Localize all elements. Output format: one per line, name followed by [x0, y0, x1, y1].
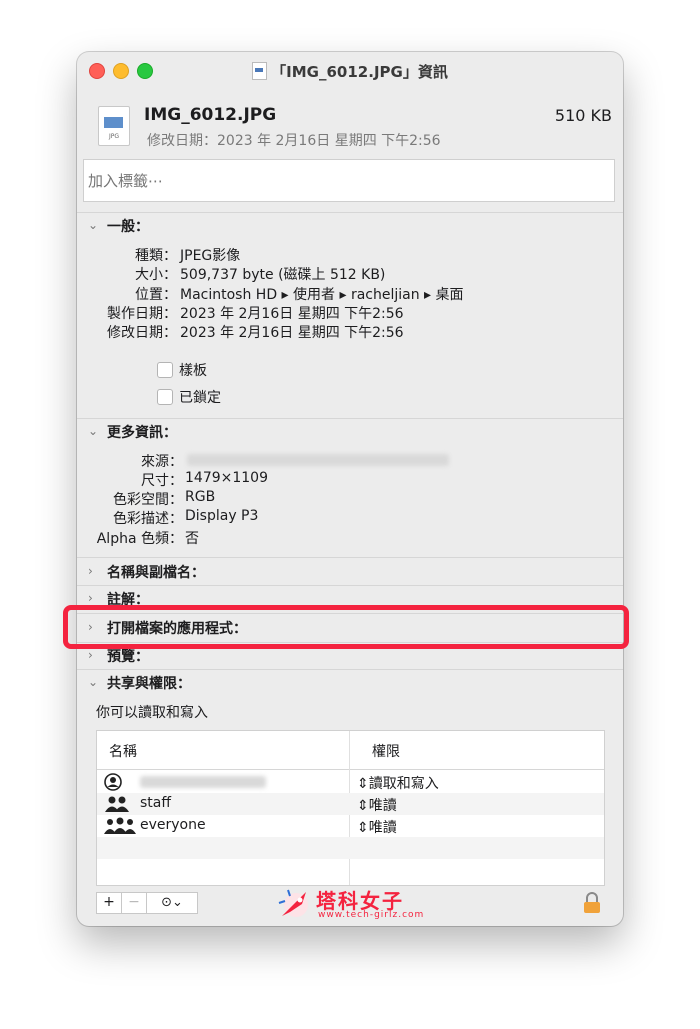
stationery-checkbox[interactable]: [157, 362, 173, 378]
divider: [77, 585, 623, 586]
remove-user-button[interactable]: −: [121, 892, 147, 914]
file-size: 510 KB: [554, 106, 612, 125]
table-row: [97, 837, 604, 859]
lock-icon[interactable]: [582, 892, 602, 914]
divider: [77, 669, 623, 670]
column-header-name[interactable]: 名稱: [109, 741, 137, 761]
kind-key: 種類：: [135, 248, 177, 264]
dimensions-value: 1479×1109: [185, 470, 268, 486]
user-name: staff: [140, 795, 172, 811]
section-more-info[interactable]: ⌄ 更多資訊：: [77, 422, 623, 444]
table-row[interactable]: everyone ⇕唯讀: [97, 815, 604, 837]
file-name: IMG_6012.JPG: [144, 105, 277, 125]
dimensions-key: 尺寸：: [141, 473, 183, 489]
stationery-label: 樣板: [179, 363, 207, 379]
divider: [77, 557, 623, 558]
chevron-right-icon: ›: [88, 564, 93, 578]
highlight-box: [63, 605, 629, 649]
window-title-container: 「IMG_6012.JPG」資訊: [77, 61, 623, 82]
document-icon: [252, 62, 268, 80]
everyone-icon: [103, 817, 137, 839]
chevron-right-icon: ›: [88, 648, 93, 662]
locked-label: 已鎖定: [179, 390, 221, 406]
table-row[interactable]: ⇕讀取和寫入: [97, 771, 604, 793]
table-header: 名稱 權限: [97, 731, 604, 770]
user-name: everyone: [140, 817, 206, 833]
watermark-url: www.tech-girlz.com: [318, 910, 425, 920]
modified-date: 修改日期：2023 年 2月16日 星期四 下午2:56: [147, 133, 441, 149]
privilege-value[interactable]: ⇕讀取和寫入: [357, 773, 439, 793]
column-header-privilege[interactable]: 權限: [372, 741, 400, 761]
locked-checkbox[interactable]: [157, 389, 173, 405]
section-sharing[interactable]: ⌄ 共享與權限：: [77, 673, 623, 695]
color-profile-value: Display P3: [185, 508, 259, 524]
size-key: 大小：: [135, 267, 177, 283]
jpg-file-icon: JPG: [98, 106, 130, 146]
section-preview-label: 預覽：: [107, 649, 149, 665]
table-row[interactable]: staff ⇕唯讀: [97, 793, 604, 815]
created-key: 製作日期：: [107, 306, 177, 322]
watermark-logo: 塔科女子 www.tech-girlz.com: [276, 886, 426, 922]
section-sharing-label: 共享與權限：: [107, 676, 191, 692]
permissions-table: 名稱 權限 ⇕讀取和寫入 staff ⇕唯讀 everyone ⇕唯讀: [96, 730, 605, 886]
person-circle-icon: [103, 773, 123, 795]
info-window: 「IMG_6012.JPG」資訊 JPG IMG_6012.JPG 510 KB…: [77, 52, 623, 926]
modified-key: 修改日期：: [107, 325, 177, 341]
chevron-down-icon: ⌄: [88, 424, 99, 438]
alpha-value: 否: [185, 531, 199, 547]
section-name-extension-label: 名稱與副檔名：: [107, 565, 205, 581]
action-menu-button[interactable]: ⊙⌄: [146, 892, 198, 914]
sharing-summary: 你可以讀取和寫入: [96, 705, 208, 721]
tags-input[interactable]: [83, 159, 615, 202]
divider: [77, 212, 623, 213]
color-profile-key: 色彩描述：: [113, 511, 183, 527]
file-icon-label: JPG: [108, 133, 120, 140]
group-icon: [103, 795, 131, 817]
created-value: 2023 年 2月16日 星期四 下午2:56: [180, 306, 404, 322]
redacted-user-name: [140, 776, 266, 788]
kind-value: JPEG影像: [180, 248, 241, 264]
color-space-value: RGB: [185, 489, 216, 505]
privilege-value[interactable]: ⇕唯讀: [357, 817, 397, 837]
chevron-down-icon: ⌄: [88, 218, 99, 232]
alpha-key: Alpha 色頻：: [96, 531, 183, 547]
where-key: 位置：: [135, 287, 177, 303]
privilege-value[interactable]: ⇕唯讀: [357, 795, 397, 815]
source-key: 來源：: [141, 454, 183, 470]
section-general[interactable]: ⌄ 一般：: [77, 216, 623, 238]
section-name-extension[interactable]: › 名稱與副檔名：: [77, 562, 623, 584]
title-bar[interactable]: 「IMG_6012.JPG」資訊: [77, 52, 623, 90]
where-value: Macintosh HD ▸ 使用者 ▸ racheljian ▸ 桌面: [180, 287, 464, 303]
size-value: 509,737 byte (磁碟上 512 KB): [180, 267, 386, 283]
modified-value: 2023 年 2月16日 星期四 下午2:56: [180, 325, 404, 341]
color-space-key: 色彩空間：: [113, 492, 183, 508]
section-general-label: 一般：: [107, 219, 149, 235]
section-preview[interactable]: › 預覽：: [77, 646, 623, 668]
chevron-right-icon: ›: [88, 591, 93, 605]
add-user-button[interactable]: +: [96, 892, 122, 914]
rocket-logo-icon: [278, 889, 308, 917]
section-more-info-label: 更多資訊：: [107, 425, 177, 441]
redacted-source: [187, 454, 449, 466]
chevron-down-icon: ⌄: [88, 675, 99, 689]
divider: [77, 418, 623, 419]
window-title: 「IMG_6012.JPG」資訊: [271, 63, 448, 81]
